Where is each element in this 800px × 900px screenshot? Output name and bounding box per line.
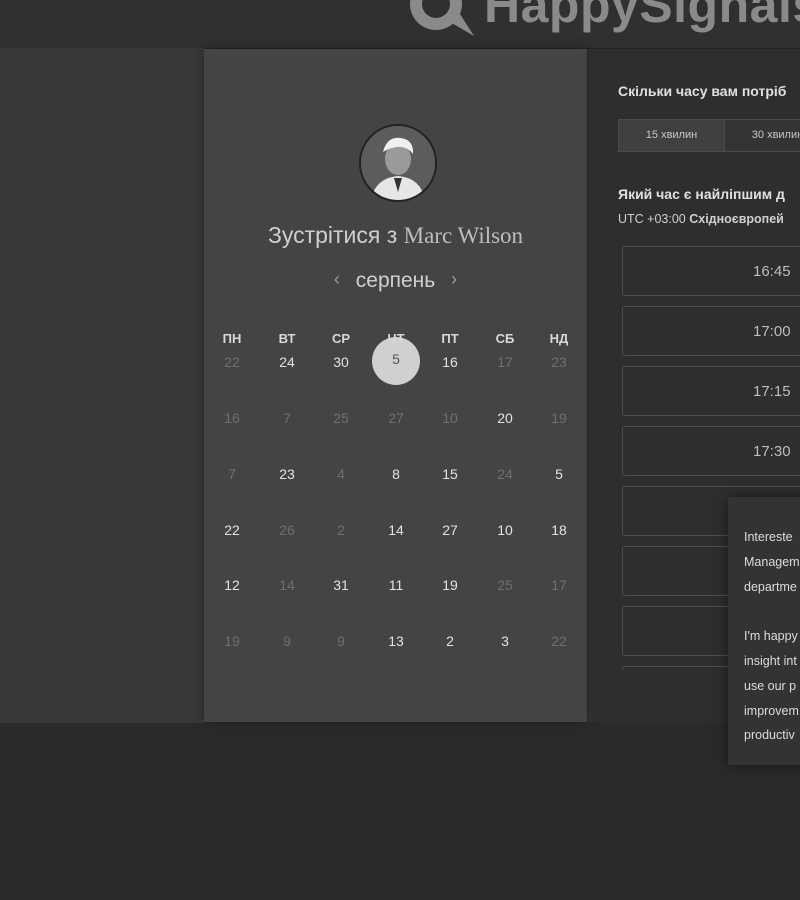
- calendar-day[interactable]: 24: [260, 354, 314, 370]
- chevron-right-icon[interactable]: ›: [441, 269, 467, 290]
- calendar-day[interactable]: 19: [423, 577, 477, 593]
- calendar-day[interactable]: 18: [532, 522, 586, 538]
- calendar-day[interactable]: 2: [423, 633, 477, 649]
- popup-text-line: improvem: [744, 704, 799, 718]
- chat-popup: Intereste Managem departme I'm happy insight…: [728, 497, 800, 765]
- calendar-day[interactable]: 5: [532, 466, 586, 482]
- calendar-day: 17: [551, 577, 567, 593]
- calendar-day: 7: [228, 466, 236, 482]
- calendar-day: 14: [279, 577, 295, 593]
- popup-text-line: insight int: [744, 654, 797, 668]
- weekday-label: НД: [549, 331, 569, 346]
- calendar-day-selected[interactable]: 5: [369, 351, 423, 367]
- popup-text-line: use our p: [744, 679, 797, 693]
- duration-30-button[interactable]: 30 хвилин: [725, 120, 800, 151]
- calendar-day[interactable]: 20: [478, 410, 532, 426]
- calendar-day: 22: [551, 633, 567, 649]
- time-slot-label: 16:45: [753, 263, 791, 280]
- popup-text-line: Managem: [744, 555, 800, 569]
- calendar-day[interactable]: 16: [423, 354, 477, 370]
- calendar-day[interactable]: 27: [423, 522, 477, 538]
- calendar-day[interactable]: 23: [260, 466, 314, 482]
- month-label: серпень: [355, 269, 436, 292]
- calendar-day: 9: [283, 633, 291, 649]
- timezone-label: UTC +03:00 Східноєвропей: [618, 212, 784, 226]
- timezone-offset: UTC +03:00: [618, 212, 686, 226]
- weekday-label: ПТ: [441, 331, 459, 346]
- logo-text: HappySignals: [484, 0, 800, 33]
- title-prefix: Зустрітися з: [267, 222, 398, 248]
- calendar-day[interactable]: 12: [205, 577, 259, 593]
- duration-question: Скільки часу вам потріб: [618, 83, 787, 99]
- calendar-day[interactable]: 3: [478, 633, 532, 649]
- calendar-day[interactable]: 10: [478, 522, 532, 538]
- bottom-background: [0, 723, 800, 900]
- meeting-title: Зустрітися з Marc Wilson: [204, 222, 587, 249]
- popup-text-line: Intereste: [744, 530, 793, 544]
- calendar-day: 2: [337, 522, 345, 538]
- calendar-day[interactable]: 13: [369, 633, 423, 649]
- calendar-day: 16: [224, 410, 240, 426]
- calendar-day: 17: [497, 354, 513, 370]
- time-slot-button[interactable]: 17:30: [622, 426, 800, 476]
- weekday-label: СР: [331, 331, 351, 346]
- calendar-day: 19: [224, 633, 240, 649]
- calendar-day[interactable]: 22: [205, 522, 259, 538]
- booking-card: Зустрітися з Marc Wilson ‹ серпень › ПН В…: [204, 49, 587, 722]
- calendar-day: 26: [279, 522, 295, 538]
- weekday-label: ЧТ: [387, 331, 405, 346]
- time-slot-button[interactable]: 16:45: [622, 246, 800, 296]
- weekday-label: СБ: [495, 331, 515, 346]
- calendar-day[interactable]: 11: [369, 577, 423, 593]
- month-navigation: ‹ серпень ›: [204, 269, 587, 293]
- calendar-day: 4: [337, 466, 345, 482]
- host-name: Marc Wilson: [403, 223, 524, 248]
- calendar-day: 22: [224, 354, 240, 370]
- person-photo-icon: [361, 126, 435, 200]
- time-question: Який час є найліпшим д: [618, 186, 785, 202]
- popup-text-line: I'm happy: [744, 629, 798, 643]
- calendar-day[interactable]: 30: [314, 354, 368, 370]
- popup-text-line: productiv: [744, 728, 795, 742]
- calendar-day[interactable]: 14: [369, 522, 423, 538]
- calendar-day: 10: [442, 410, 458, 426]
- calendar-day[interactable]: 15: [423, 466, 477, 482]
- left-background: [0, 48, 205, 723]
- time-slot-label: 17:15: [753, 383, 791, 400]
- calendar-day: 23: [551, 354, 567, 370]
- calendar-day[interactable]: 8: [369, 466, 423, 482]
- timezone-name: Східноєвропей: [689, 212, 784, 226]
- calendar-day[interactable]: 31: [314, 577, 368, 593]
- duration-selector: 15 хвилин 30 хвилин: [618, 119, 800, 152]
- avatar: [359, 124, 437, 202]
- weekday-label: ВТ: [278, 331, 296, 346]
- calendar-day: 25: [333, 410, 349, 426]
- calendar-day: 27: [388, 410, 404, 426]
- weekday-label: ПН: [222, 331, 242, 346]
- time-slot-button[interactable]: 17:15: [622, 366, 800, 416]
- calendar-day: 9: [337, 633, 345, 649]
- logo-bubble-icon: [410, 0, 474, 36]
- time-slot-button[interactable]: 17:00: [622, 306, 800, 356]
- calendar-day: 25: [497, 577, 513, 593]
- duration-15-button[interactable]: 15 хвилин: [619, 120, 724, 151]
- calendar-day: 24: [497, 466, 513, 482]
- time-slot-label: 17:00: [753, 323, 791, 340]
- time-slot-label: 17:30: [753, 443, 791, 460]
- calendar-day: 19: [551, 410, 567, 426]
- calendar-day: 7: [283, 410, 291, 426]
- top-bar: HappySignals: [0, 0, 800, 48]
- chevron-left-icon[interactable]: ‹: [324, 269, 350, 290]
- popup-text-line: departme: [744, 580, 797, 594]
